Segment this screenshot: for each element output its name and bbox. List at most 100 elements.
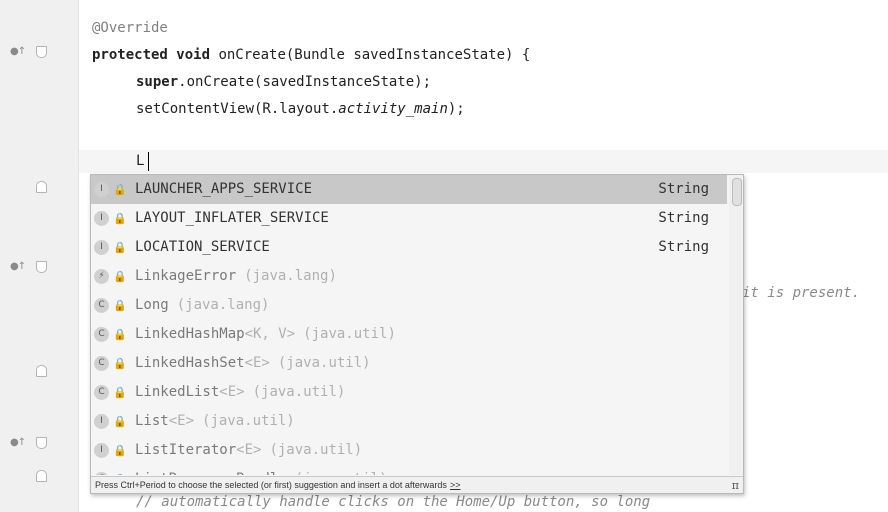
editor-gutter: ●↑ ●↑ ●↑ xyxy=(0,0,79,512)
completion-item-label: Long xyxy=(135,297,169,313)
code-line-typed-input[interactable]: L xyxy=(136,152,144,170)
access-lock-icon: 🔒 xyxy=(113,183,127,196)
symbol-kind-icon: I xyxy=(94,182,109,197)
completion-item[interactable]: C 🔒 Long (java.lang) xyxy=(91,291,727,320)
completion-item-package: (java.util) xyxy=(277,355,371,371)
text-caret xyxy=(148,152,149,171)
override-marker-icon[interactable]: ●↑ xyxy=(10,437,26,448)
completion-item[interactable]: C 🔒 LinkedHashSet<E> (java.util) xyxy=(91,349,727,378)
access-lock-icon: 🔒 xyxy=(113,241,127,254)
symbol-kind-icon: I xyxy=(94,240,109,255)
completion-item-package: (java.util) xyxy=(252,384,346,400)
completion-item-name: LinkedList<E> (java.util) xyxy=(135,378,345,407)
completion-item-type: String xyxy=(658,210,709,226)
completion-item[interactable]: I 🔒 List<E> (java.util) xyxy=(91,407,727,436)
keyword-void: void xyxy=(176,47,211,63)
fold-marker-icon[interactable] xyxy=(36,181,47,193)
code-line-comment[interactable]: // automatically handle clicks on the Ho… xyxy=(136,493,650,511)
code-line-super-call[interactable]: super.onCreate(savedInstanceState); xyxy=(136,73,431,91)
completion-item-type: String xyxy=(658,239,709,255)
completion-hint-footer: Press Ctrl+Period to choose the selected… xyxy=(91,476,743,493)
completion-item-package: (java.lang) xyxy=(176,297,270,313)
completion-scrollbar[interactable] xyxy=(729,175,743,475)
access-lock-icon: 🔒 xyxy=(113,444,127,457)
code-completion-popup[interactable]: I 🔒 LAUNCHER_APPS_SERVICE String I 🔒 LAYOUT_IN… xyxy=(90,174,744,494)
layout-field: activity_main xyxy=(338,101,448,117)
method-signature: onCreate(Bundle savedInstanceState) { xyxy=(218,47,531,63)
completion-item[interactable]: C 🔒 LinkedHashMap<K, V> (java.util) xyxy=(91,320,727,349)
fold-marker-icon[interactable] xyxy=(36,470,47,482)
completion-item-name: Long (java.lang) xyxy=(135,291,269,320)
completion-item-label: LinkageError xyxy=(135,268,237,284)
completion-item-name: LinkedHashSet<E> (java.util) xyxy=(135,349,371,378)
set-content-suffix: ); xyxy=(447,101,465,117)
completion-item-package: (java.util) xyxy=(295,471,388,475)
pi-icon[interactable]: π xyxy=(732,477,739,493)
completion-item-type: String xyxy=(658,181,709,197)
override-marker-icon[interactable]: ●↑ xyxy=(10,261,26,272)
completion-item[interactable]: C 🔒 ListResourceBundle (java.util) xyxy=(91,465,727,475)
access-lock-icon: 🔒 xyxy=(113,270,127,283)
code-line-comment[interactable]: it is present. xyxy=(742,284,860,302)
super-call-args: .onCreate(savedInstanceState); xyxy=(178,74,432,90)
completion-item-package: (java.util) xyxy=(269,442,363,458)
completion-item-package: (java.util) xyxy=(202,413,295,429)
symbol-kind-icon: C xyxy=(94,327,109,342)
symbol-kind-icon: C xyxy=(94,356,109,371)
completion-item-label: LAUNCHER_APPS_SERVICE xyxy=(135,181,313,197)
fold-marker-icon[interactable] xyxy=(36,365,47,377)
access-lock-icon: 🔒 xyxy=(113,386,127,399)
completion-item-name: LOCATION_SERVICE xyxy=(135,233,270,262)
completion-hint-more-link[interactable]: >> xyxy=(450,480,461,490)
completion-item-generic: <E> xyxy=(244,355,270,371)
completion-item-package: (java.lang) xyxy=(244,268,337,284)
access-lock-icon: 🔒 xyxy=(113,465,127,475)
completion-item-name: LAYOUT_INFLATER_SERVICE xyxy=(135,204,329,233)
completion-hint-text: Press Ctrl+Period to choose the selected… xyxy=(95,480,447,490)
symbol-kind-icon: I xyxy=(94,414,109,429)
completion-item-name: LAUNCHER_APPS_SERVICE xyxy=(135,175,312,204)
completion-item-label: List xyxy=(135,413,169,429)
completion-item[interactable]: C 🔒 LinkedList<E> (java.util) xyxy=(91,378,727,407)
fold-marker-icon[interactable] xyxy=(36,437,47,449)
access-lock-icon: 🔒 xyxy=(113,357,127,370)
completion-item[interactable]: I 🔒 LAUNCHER_APPS_SERVICE String xyxy=(91,175,727,204)
completion-item-generic: <E> xyxy=(168,413,195,429)
completion-item-label: ListResourceBundle xyxy=(135,471,287,475)
completion-item-name: LinkedHashMap<K, V> (java.util) xyxy=(135,320,396,349)
symbol-kind-icon: C xyxy=(94,298,109,313)
symbol-kind-icon: I xyxy=(94,211,109,226)
completion-item-generic: <E> xyxy=(219,384,245,400)
completion-item-label: LinkedHashMap xyxy=(135,326,245,342)
symbol-kind-icon: C xyxy=(94,472,109,475)
completion-item-label: LinkedList xyxy=(135,384,220,400)
access-lock-icon: 🔒 xyxy=(113,415,127,428)
access-lock-icon: 🔒 xyxy=(113,212,127,225)
access-lock-icon: 🔒 xyxy=(113,328,127,341)
symbol-kind-icon: C xyxy=(94,385,109,400)
code-line-method-signature[interactable]: protected void onCreate(Bundle savedInst… xyxy=(92,46,530,64)
current-line-highlight xyxy=(79,150,888,173)
scrollbar-thumb[interactable] xyxy=(732,178,742,206)
completion-item[interactable]: ⚡ 🔒 LinkageError (java.lang) xyxy=(91,262,727,291)
symbol-kind-icon: ⚡ xyxy=(94,269,109,284)
completion-item[interactable]: I 🔒 LOCATION_SERVICE String xyxy=(91,233,727,262)
completion-item-package: (java.util) xyxy=(303,326,396,342)
completion-item-generic: <K, V> xyxy=(244,326,296,342)
set-content-prefix: setContentView(R.layout. xyxy=(136,101,339,117)
fold-marker-icon[interactable] xyxy=(36,261,47,273)
override-marker-icon[interactable]: ●↑ xyxy=(10,46,26,57)
code-line-annotation[interactable]: @Override xyxy=(92,19,168,37)
completion-item-name: LinkageError (java.lang) xyxy=(135,262,337,291)
completion-list[interactable]: I 🔒 LAUNCHER_APPS_SERVICE String I 🔒 LAYOUT_IN… xyxy=(91,175,727,475)
completion-item[interactable]: I 🔒 ListIterator<E> (java.util) xyxy=(91,436,727,465)
fold-marker-icon[interactable] xyxy=(36,46,47,58)
completion-item-label: LAYOUT_INFLATER_SERVICE xyxy=(135,210,329,226)
access-lock-icon: 🔒 xyxy=(113,299,127,312)
keyword-super: super xyxy=(136,74,179,90)
completion-item[interactable]: I 🔒 LAYOUT_INFLATER_SERVICE String xyxy=(91,204,727,233)
keyword-protected: protected xyxy=(92,47,168,63)
code-line-set-content-view[interactable]: setContentView(R.layout.activity_main); xyxy=(136,100,465,118)
symbol-kind-icon: I xyxy=(94,443,109,458)
completion-item-generic: <E> xyxy=(236,442,262,458)
